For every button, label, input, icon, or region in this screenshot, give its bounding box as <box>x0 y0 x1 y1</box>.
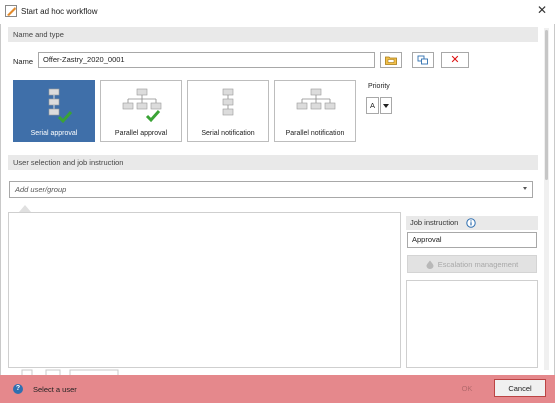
status-message: Select a user <box>33 385 77 394</box>
add-user-input[interactable]: Add user/group <box>9 181 533 198</box>
scrollbar-thumb[interactable] <box>545 30 548 180</box>
tile-label: Serial approval <box>30 130 78 137</box>
app-icon <box>5 5 17 17</box>
serial-notification-icon <box>222 88 234 116</box>
ok-button[interactable]: OK <box>447 379 487 397</box>
chevron-down-icon[interactable] <box>523 187 527 190</box>
tile-label: Parallel notification <box>285 130 345 137</box>
tile-label: Serial notification <box>201 130 255 137</box>
cancel-button[interactable]: Cancel <box>494 379 546 397</box>
section-header-name-type: Name and type <box>8 27 538 42</box>
user-list[interactable] <box>8 212 401 368</box>
delete-icon: ✕ <box>450 54 460 66</box>
parallel-notification-icon <box>296 88 336 110</box>
info-icon[interactable] <box>466 218 476 228</box>
priority-dropdown-button[interactable] <box>380 97 392 114</box>
job-details-panel <box>406 280 538 368</box>
tile-label: Parallel approval <box>114 130 168 137</box>
window-title: Start ad hoc workflow <box>21 7 98 16</box>
section-header-user-selection: User selection and job instruction <box>8 155 538 170</box>
parallel-approval-icon <box>122 88 162 123</box>
serial-approval-icon <box>48 88 73 124</box>
chevron-down-icon <box>383 103 389 108</box>
tile-parallel-approval[interactable]: Parallel approval <box>100 80 182 142</box>
delete-button[interactable]: ✕ <box>441 52 469 68</box>
tile-serial-notification[interactable]: Serial notification <box>187 80 269 142</box>
escalation-management-button[interactable]: Escalation management <box>407 255 537 273</box>
priority-label: Priority <box>368 83 390 90</box>
help-icon: ? <box>13 384 23 394</box>
escalation-icon <box>426 260 434 269</box>
tile-serial-approval[interactable]: Serial approval <box>13 80 95 142</box>
copy-button[interactable] <box>412 52 434 68</box>
tile-parallel-notification[interactable]: Parallel notification <box>274 80 356 142</box>
close-icon[interactable]: ✕ <box>537 4 547 16</box>
job-instruction-field[interactable]: Approval <box>407 232 537 248</box>
browse-button[interactable] <box>380 52 402 68</box>
folder-icon <box>385 56 397 65</box>
priority-value[interactable]: A <box>366 97 379 114</box>
escalation-label: Escalation management <box>437 259 519 269</box>
name-label: Name <box>13 57 34 66</box>
name-field[interactable]: Offer-Zastry_2020_0001 <box>38 52 375 68</box>
copy-icon <box>417 55 428 65</box>
pointer-triangle <box>19 205 31 212</box>
